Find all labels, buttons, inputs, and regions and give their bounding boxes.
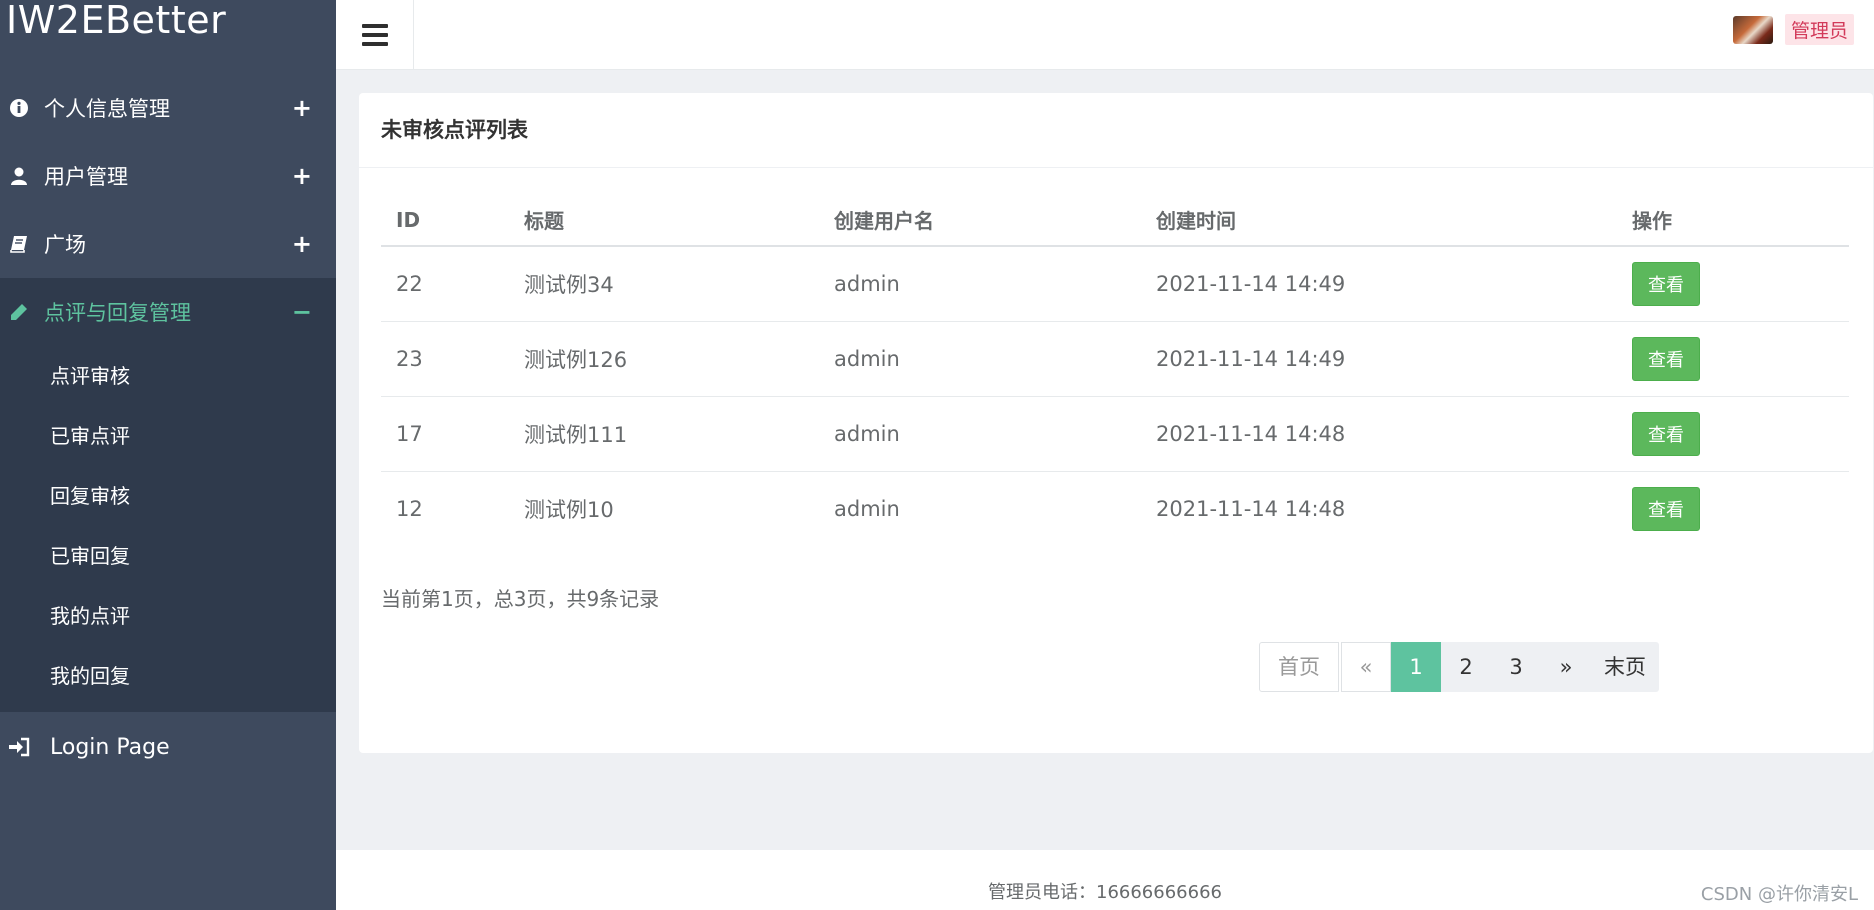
sign-in-icon xyxy=(8,736,30,758)
cell-id: 23 xyxy=(381,321,509,397)
expand-icon: + xyxy=(291,94,312,122)
column-header-user: 创建用户名 xyxy=(819,194,1141,247)
page-3-button[interactable]: 3 xyxy=(1491,642,1541,692)
footer: 管理员电话：16666666666 CSDN @许你清安L xyxy=(336,850,1874,910)
view-button[interactable]: 查看 xyxy=(1632,261,1700,306)
hamburger-icon xyxy=(361,24,388,46)
cell-user: admin xyxy=(819,321,1141,397)
cell-title: 测试例126 xyxy=(509,321,819,397)
review-list-panel: 未审核点评列表 ID 标题 创建用户名 创建时间 操作 22 测试例34 adm… xyxy=(359,93,1873,753)
book-icon xyxy=(8,233,30,255)
cell-time: 2021-11-14 14:49 xyxy=(1141,246,1617,322)
cell-user: admin xyxy=(819,396,1141,472)
column-header-id: ID xyxy=(381,194,509,247)
cell-id: 17 xyxy=(381,396,509,472)
table-header-row: ID 标题 创建用户名 创建时间 操作 xyxy=(381,194,1849,247)
submenu-item-review-audit[interactable]: 点评审核 xyxy=(0,346,336,406)
submenu: 点评审核 已审点评 回复审核 已审回复 我的点评 我的回复 xyxy=(0,346,336,712)
sidebar: IW2EBetter 个人信息管理 + 用户管理 + 广场 + 点评与回复管理 … xyxy=(0,0,336,910)
avatar[interactable] xyxy=(1732,15,1773,44)
review-table: ID 标题 创建用户名 创建时间 操作 22 测试例34 admin 2021-… xyxy=(381,194,1849,546)
cell-action: 查看 xyxy=(1617,321,1849,397)
page-info: 当前第1页，总3页，共9条记录 xyxy=(381,587,660,611)
sidebar-item-personal-info[interactable]: 个人信息管理 + xyxy=(0,74,336,142)
cell-title: 测试例34 xyxy=(509,246,819,322)
column-header-time: 创建时间 xyxy=(1141,194,1617,247)
last-page-button[interactable]: 末页 xyxy=(1591,642,1659,692)
column-header-action: 操作 xyxy=(1617,194,1849,247)
footer-contact: 管理员电话：16666666666 xyxy=(988,882,1222,903)
column-header-title: 标题 xyxy=(509,194,819,247)
sidebar-item-label: Login Page xyxy=(50,734,170,760)
first-page-button[interactable]: 首页 xyxy=(1259,642,1339,692)
view-button[interactable]: 查看 xyxy=(1632,336,1700,381)
cell-id: 22 xyxy=(381,246,509,322)
sidebar-menu: 个人信息管理 + 用户管理 + 广场 + 点评与回复管理 − 点评审核 已审点评… xyxy=(0,74,336,782)
sidebar-item-label: 点评与回复管理 xyxy=(44,301,191,325)
sidebar-item-label: 个人信息管理 xyxy=(44,97,170,121)
submenu-item-my-replies[interactable]: 我的回复 xyxy=(0,646,336,706)
table-row: 23 测试例126 admin 2021-11-14 14:49 查看 xyxy=(381,321,1849,397)
expand-icon: + xyxy=(291,230,312,258)
next-page-button[interactable]: » xyxy=(1541,642,1591,692)
submenu-item-reply-audit[interactable]: 回复审核 xyxy=(0,466,336,526)
cell-time: 2021-11-14 14:48 xyxy=(1141,396,1617,472)
sidebar-item-login-page[interactable]: Login Page xyxy=(0,712,336,782)
pagination: 首页 « 1 2 3 » 末页 xyxy=(1259,642,1659,692)
sidebar-item-square[interactable]: 广场 + xyxy=(0,210,336,278)
submenu-item-audited-reviews[interactable]: 已审点评 xyxy=(0,406,336,466)
cell-action: 查看 xyxy=(1617,246,1849,322)
sidebar-item-user-management[interactable]: 用户管理 + xyxy=(0,142,336,210)
table-row: 17 测试例111 admin 2021-11-14 14:48 查看 xyxy=(381,396,1849,472)
user-icon xyxy=(8,165,30,187)
table-row: 22 测试例34 admin 2021-11-14 14:49 查看 xyxy=(381,246,1849,322)
cell-title: 测试例111 xyxy=(509,396,819,472)
cell-action: 查看 xyxy=(1617,471,1849,546)
user-area: 管理员 xyxy=(1732,14,1854,45)
sidebar-item-label: 广场 xyxy=(44,233,86,257)
brand-logo[interactable]: IW2EBetter xyxy=(0,0,336,40)
sidebar-item-label: 用户管理 xyxy=(44,165,128,189)
cell-time: 2021-11-14 14:48 xyxy=(1156,496,1346,521)
cell-action: 查看 xyxy=(1617,396,1849,472)
topbar: 管理员 xyxy=(336,0,1874,70)
menu-toggle-button[interactable] xyxy=(336,0,414,70)
cell-time: 2021-11-14 14:49 xyxy=(1141,321,1617,397)
page-2-button[interactable]: 2 xyxy=(1441,642,1491,692)
cell-user: admin xyxy=(834,496,900,521)
table-row: 12 测试例10 admin 2021-11-14 14:48 查看 xyxy=(381,471,1849,546)
info-icon xyxy=(8,97,30,119)
expand-icon: + xyxy=(291,162,312,190)
watermark: CSDN @许你清安L xyxy=(1700,884,1858,905)
view-button[interactable]: 查看 xyxy=(1632,486,1700,531)
page-title: 未审核点评列表 xyxy=(359,93,1873,168)
page-1-button[interactable]: 1 xyxy=(1391,642,1441,692)
submenu-item-my-reviews[interactable]: 我的点评 xyxy=(0,586,336,646)
submenu-item-audited-replies[interactable]: 已审回复 xyxy=(0,526,336,586)
collapse-icon: − xyxy=(291,298,312,326)
cell-user: admin xyxy=(819,246,1141,322)
pencil-icon xyxy=(8,301,30,323)
cell-title: 测试例10 xyxy=(524,497,614,522)
sidebar-item-review-reply-management[interactable]: 点评与回复管理 − xyxy=(0,278,336,346)
role-badge[interactable]: 管理员 xyxy=(1784,14,1854,45)
cell-id: 12 xyxy=(396,496,423,521)
prev-page-button[interactable]: « xyxy=(1341,642,1391,692)
view-button[interactable]: 查看 xyxy=(1632,411,1700,456)
